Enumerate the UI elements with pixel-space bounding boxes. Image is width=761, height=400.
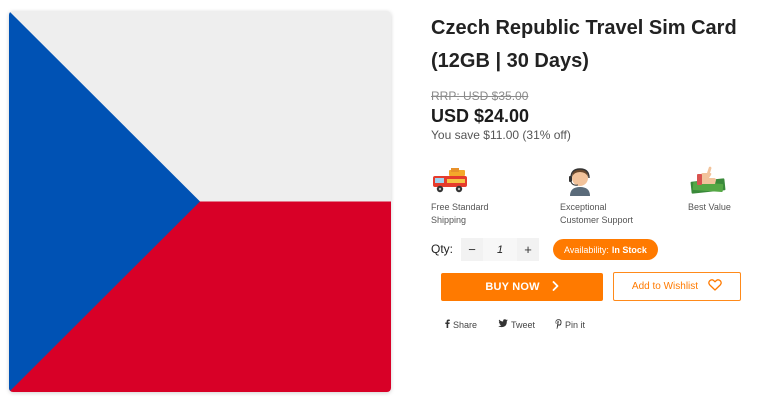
feature-free-shipping: Free Standard Shipping xyxy=(431,166,489,227)
share-label: Pin it xyxy=(565,320,586,330)
delivery-truck-icon xyxy=(431,166,471,196)
czech-flag-image xyxy=(9,11,391,392)
share-pinterest-link[interactable]: Pin it xyxy=(555,319,585,331)
savings-text: You save $11.00 (31% off) xyxy=(431,128,571,142)
product-image-flag[interactable] xyxy=(9,11,391,392)
add-to-wishlist-button[interactable]: Add to Wishlist xyxy=(613,272,741,301)
quantity-increase-button[interactable]: + xyxy=(517,238,539,261)
share-twitter-link[interactable]: Tweet xyxy=(498,319,535,330)
share-label: Tweet xyxy=(511,319,536,330)
support-agent-icon xyxy=(560,166,600,196)
feature-customer-support: Exceptional Customer Support xyxy=(560,166,633,227)
chevron-right-icon xyxy=(552,280,559,294)
availability-status: In Stock xyxy=(611,244,647,255)
buy-now-label: BUY NOW xyxy=(485,281,540,293)
share-facebook-link[interactable]: Share xyxy=(445,319,477,330)
quantity-label: Qty: xyxy=(431,242,454,256)
quantity-input[interactable]: 1 xyxy=(483,238,517,261)
twitter-icon xyxy=(498,319,508,330)
facebook-icon xyxy=(445,319,450,330)
rrp-price: RRP: USD $35.00 xyxy=(431,89,529,103)
thumbs-up-money-icon xyxy=(688,166,728,196)
quantity-decrease-button[interactable]: − xyxy=(461,238,483,261)
sale-price: USD $24.00 xyxy=(431,106,530,126)
availability-prefix: Availability: xyxy=(564,244,609,255)
quantity-stepper: − 1 + xyxy=(461,238,539,261)
feature-label: Best Value xyxy=(688,202,731,212)
feature-label: Free Standard Shipping xyxy=(431,202,489,225)
availability-badge: Availability: In Stock xyxy=(553,239,658,260)
buy-now-button[interactable]: BUY NOW xyxy=(441,273,603,301)
feature-label: Exceptional Customer Support xyxy=(560,202,634,225)
feature-best-value: Best Value xyxy=(688,166,731,214)
pinterest-icon xyxy=(555,319,562,331)
product-title: Czech Republic Travel Sim Card (12GB | 3… xyxy=(431,17,737,72)
heart-icon xyxy=(708,279,722,294)
wishlist-label: Add to Wishlist xyxy=(631,281,699,292)
share-label: Share xyxy=(453,319,478,330)
